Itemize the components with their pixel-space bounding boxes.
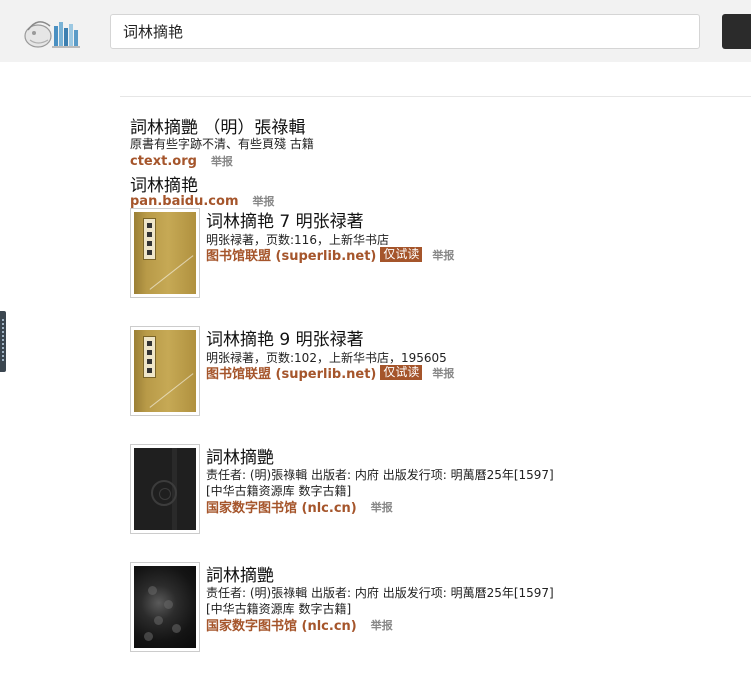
search-box[interactable] — [110, 14, 700, 49]
side-scroll-widget[interactable] — [0, 311, 6, 372]
result-source: 图书馆联盟 (superlib.net) 仅试读 举报 — [206, 245, 454, 264]
book-cover-thumbnail[interactable] — [130, 208, 200, 298]
search-input[interactable] — [111, 15, 699, 48]
books-logo-icon[interactable] — [16, 12, 82, 50]
result-description: 原書有些字跡不清、有些頁殘 古籍 — [130, 137, 314, 151]
report-link[interactable]: 举报 — [432, 247, 454, 263]
search-button[interactable] — [722, 14, 751, 49]
book-cover-thumbnail[interactable] — [130, 326, 200, 416]
header-bar — [0, 0, 751, 62]
report-link[interactable]: 举报 — [211, 153, 233, 169]
result-meta: 责任者: (明)張祿輯 出版者: 内府 出版发行项: 明萬曆25年[1597] — [206, 586, 554, 600]
source-link[interactable]: 国家数字图书馆 (nlc.cn) — [206, 497, 357, 516]
result-source: 图书馆联盟 (superlib.net) 仅试读 举报 — [206, 363, 454, 382]
result-title[interactable]: 詞林摘艷 — [206, 561, 274, 586]
trial-badge: 仅试读 — [380, 247, 423, 262]
result-source: 国家数字图书馆 (nlc.cn) 举报 — [206, 497, 393, 517]
book-cover-thumbnail[interactable] — [130, 444, 200, 534]
report-link[interactable]: 举报 — [432, 365, 454, 381]
result-title[interactable]: 詞林摘艷 — [206, 443, 274, 468]
result-source: 国家数字图书馆 (nlc.cn) 举报 — [206, 615, 393, 635]
result-title[interactable]: 词林摘艳 7 明张禄著 — [206, 207, 364, 232]
source-link[interactable]: 图书馆联盟 (superlib.net) — [206, 245, 376, 264]
book-cover-thumbnail[interactable] — [130, 562, 200, 652]
report-link[interactable]: 举报 — [371, 617, 393, 633]
result-title[interactable]: 词林摘艳 9 明张禄著 — [206, 325, 364, 350]
divider — [120, 96, 751, 97]
result-meta: 责任者: (明)張祿輯 出版者: 内府 出版发行项: 明萬曆25年[1597] — [206, 468, 554, 482]
source-link[interactable]: 图书馆联盟 (superlib.net) — [206, 363, 376, 382]
trial-badge: 仅试读 — [380, 365, 423, 380]
report-link[interactable]: 举报 — [371, 499, 393, 515]
source-link[interactable]: 国家数字图书馆 (nlc.cn) — [206, 615, 357, 634]
result-source: ctext.org 举报 — [130, 153, 233, 169]
source-link[interactable]: ctext.org — [130, 154, 197, 169]
